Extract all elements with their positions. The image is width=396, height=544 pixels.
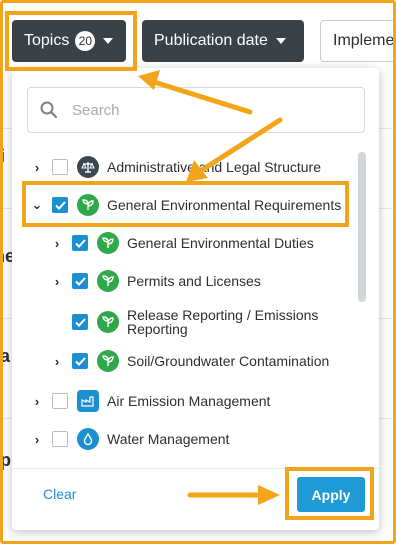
annotation-frame [0,0,396,544]
